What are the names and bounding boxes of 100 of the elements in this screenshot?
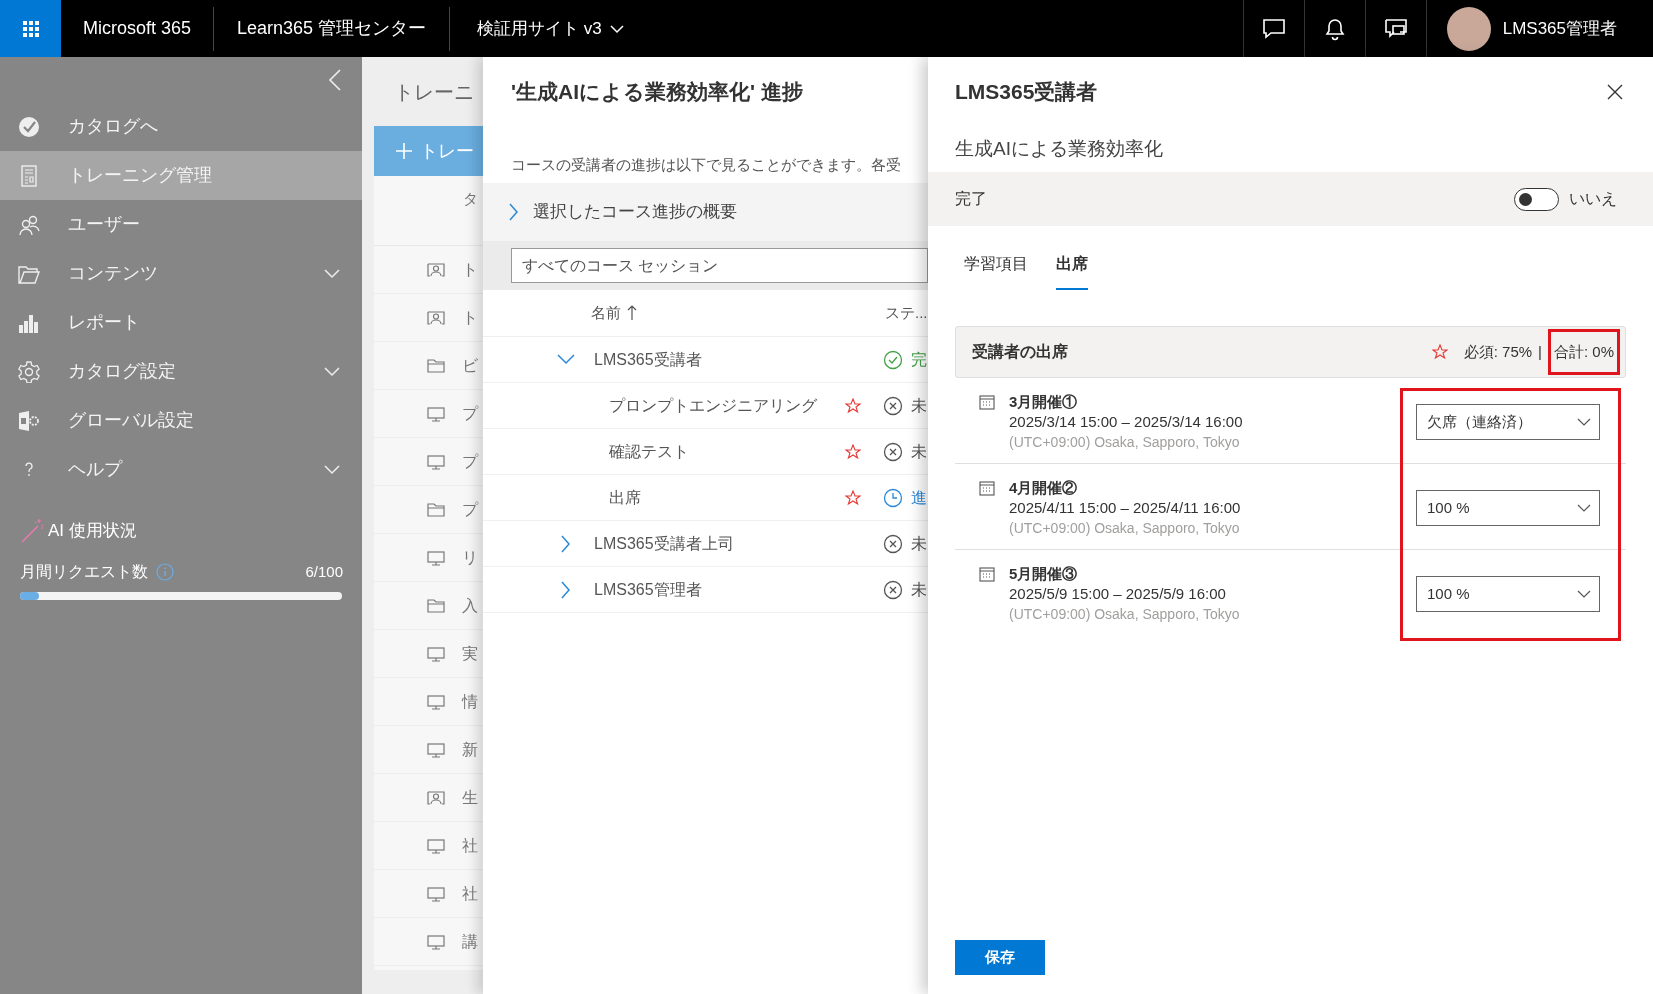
session-time: 2025/4/11 15:00 – 2025/4/11 16:00 xyxy=(1009,498,1242,518)
column-header[interactable]: 名前 xyxy=(591,301,621,325)
column-header[interactable]: ステ... xyxy=(885,301,928,325)
required-star-icon xyxy=(1431,344,1448,360)
learning-item-name[interactable]: プロンプトエンジニアリング xyxy=(609,393,817,418)
attendance-title: 受講者の出席 xyxy=(972,342,1069,362)
learner-name[interactable]: LMS365受講者上司 xyxy=(594,531,734,556)
panel-description: コースの受講者の進捗は以下で見ることができます。各受 xyxy=(510,154,902,175)
status-text: 進 xyxy=(911,487,927,508)
check-circle-icon xyxy=(18,115,40,138)
nav-item[interactable]: グローバル設定 xyxy=(0,396,362,445)
attendance-dropdown[interactable]: 100 % xyxy=(1416,490,1600,526)
document-icon xyxy=(18,164,40,187)
completion-label: 完了 xyxy=(955,189,988,209)
training-title[interactable]: ビ xyxy=(462,353,478,378)
monitor-icon xyxy=(427,405,445,422)
training-title[interactable]: プ xyxy=(462,401,478,426)
status-text: 完 xyxy=(911,349,927,370)
session-time: 2025/5/9 15:00 – 2025/5/9 16:00 xyxy=(1009,584,1227,604)
training-title[interactable]: 入 xyxy=(462,593,478,618)
app-launcher-button[interactable] xyxy=(0,0,61,57)
tab[interactable]: 学習項目 xyxy=(964,252,1028,290)
status-text: 未 xyxy=(911,441,927,462)
expand-toggle[interactable] xyxy=(556,354,576,365)
nav-item[interactable]: レポート xyxy=(0,298,362,347)
training-title[interactable]: ト xyxy=(462,257,478,282)
calendar-icon xyxy=(979,480,995,496)
settings-document-icon xyxy=(18,409,40,432)
training-title[interactable]: 実 xyxy=(462,641,478,666)
training-title[interactable]: プ xyxy=(462,497,478,522)
monitor-icon xyxy=(427,837,445,854)
chevron-down-icon xyxy=(324,464,340,475)
add-training-button[interactable]: トレー xyxy=(374,126,483,176)
app-name[interactable]: Microsoft 365 xyxy=(61,15,214,42)
separator: | xyxy=(1538,341,1542,362)
calendar-icon xyxy=(979,394,995,410)
session-title: 3月開催① xyxy=(1009,392,1079,412)
info-icon xyxy=(156,563,174,581)
status-text: 未 xyxy=(911,533,927,554)
training-title[interactable]: 情 xyxy=(462,689,478,714)
site-selector[interactable]: 検証用サイト v3 xyxy=(450,0,651,57)
training-title[interactable]: 講 xyxy=(462,929,478,954)
required-percentage: 必須: 75% xyxy=(1463,341,1533,362)
column-header: タ xyxy=(463,188,478,209)
folder-icon xyxy=(427,357,445,374)
training-title[interactable]: プ xyxy=(462,449,478,474)
monitor-icon xyxy=(427,453,445,470)
total-percentage: 合計: 0% xyxy=(1554,341,1614,362)
magic-wand-icon xyxy=(20,518,44,544)
monitor-icon xyxy=(427,741,445,758)
learner-name[interactable]: LMS365管理者 xyxy=(594,577,702,602)
training-title[interactable]: 新 xyxy=(462,737,478,762)
gear-icon xyxy=(18,360,40,383)
presenter-icon xyxy=(427,261,445,278)
nav-item[interactable]: カタログ設定 xyxy=(0,347,362,396)
nav-item[interactable]: ヘルプ xyxy=(0,445,362,494)
collapse-icon[interactable] xyxy=(328,67,342,92)
training-title[interactable]: リ xyxy=(462,545,478,570)
training-title[interactable]: 社 xyxy=(462,833,478,858)
training-title[interactable]: 社 xyxy=(462,881,478,906)
session-timezone: (UTC+09:00) Osaka, Sapporo, Tokyo xyxy=(1009,605,1241,624)
user-name[interactable]: LMS365管理者 xyxy=(1502,15,1617,42)
chevron-down-icon xyxy=(609,23,624,34)
session-title: 4月開催② xyxy=(1009,478,1079,498)
waffle-icon xyxy=(22,20,39,37)
completion-toggle[interactable] xyxy=(1514,187,1559,211)
training-title[interactable]: 生 xyxy=(462,785,478,810)
plus-icon xyxy=(396,143,412,159)
calendar-icon xyxy=(979,566,995,582)
training-title[interactable]: ト xyxy=(462,305,478,330)
chevron-right-icon xyxy=(561,580,571,599)
monitor-icon xyxy=(427,933,445,950)
tab[interactable]: 出席 xyxy=(1056,252,1088,290)
toggle-value: いいえ xyxy=(1569,189,1617,209)
learner-name[interactable]: LMS365受講者 xyxy=(594,347,702,372)
nav-item[interactable]: コンテンツ xyxy=(0,249,362,298)
monitor-icon xyxy=(427,885,445,902)
status-text: 未 xyxy=(911,395,927,416)
learning-item-name[interactable]: 出席 xyxy=(609,485,641,510)
summary-toggle[interactable]: 選択したコース進捗の概要 xyxy=(483,183,928,241)
request-count-label: 月間リクエスト数 xyxy=(20,562,148,582)
presenter-icon xyxy=(427,789,445,806)
attendance-dropdown[interactable]: 100 % xyxy=(1416,576,1600,612)
sort-ascending-icon xyxy=(627,305,637,321)
folder-icon xyxy=(427,501,445,518)
request-count-value: 6/100 xyxy=(305,561,343,582)
session-title: 5月開催③ xyxy=(1009,564,1079,584)
admin-center-title[interactable]: Learn365 管理センター xyxy=(214,15,450,42)
learning-item-name[interactable]: 確認テスト xyxy=(609,439,689,464)
chevron-down-icon xyxy=(557,354,575,365)
nav-item[interactable]: ユーザー xyxy=(0,200,362,249)
folder-icon xyxy=(427,597,445,614)
session-dropdown[interactable]: すべてのコース セッション xyxy=(511,248,928,283)
users-icon xyxy=(18,213,40,236)
nav-item[interactable]: カタログへ xyxy=(0,102,362,151)
presenter-icon xyxy=(427,309,445,326)
course-title: 生成AIによる業務効率化 xyxy=(954,136,1164,161)
chevron-down-icon xyxy=(1577,504,1591,512)
attendance-dropdown[interactable]: 欠席（連絡済） xyxy=(1416,404,1600,440)
save-button[interactable]: 保存 xyxy=(955,940,1045,975)
